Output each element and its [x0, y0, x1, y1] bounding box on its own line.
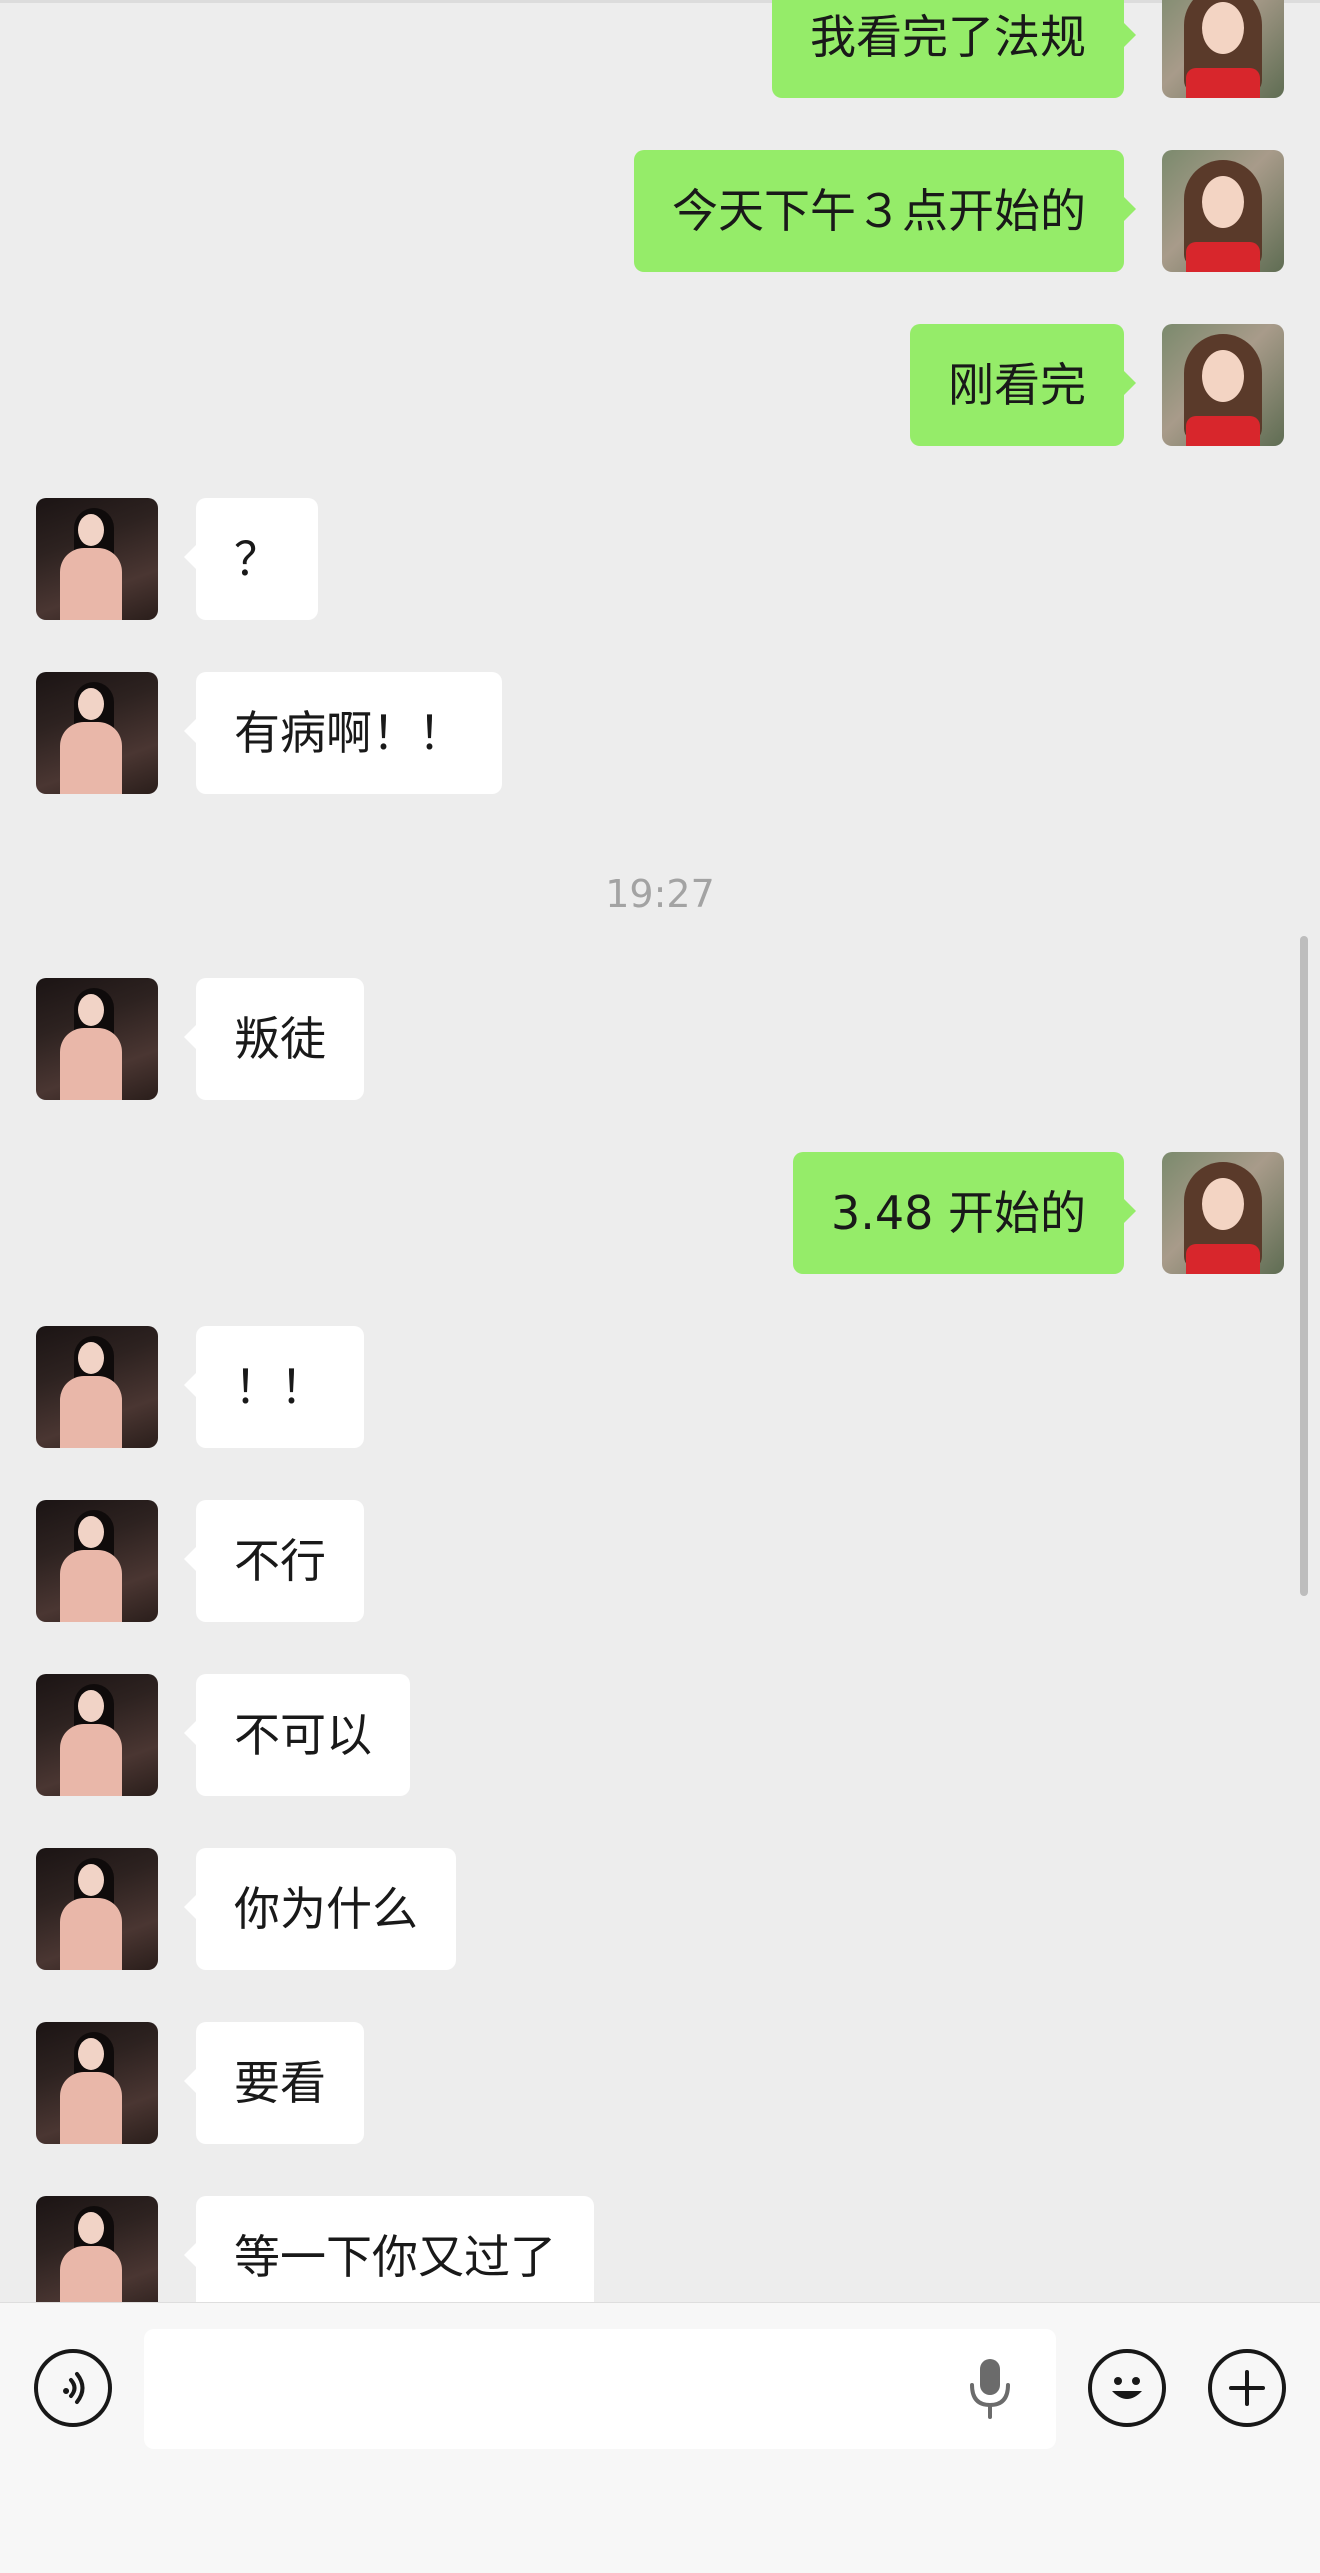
message-incoming: 有病啊！！	[0, 672, 1320, 794]
my-avatar[interactable]	[1162, 0, 1284, 98]
message-bubble[interactable]: 等一下你又过了	[184, 2196, 594, 2302]
message-incoming: 叛徒	[0, 978, 1320, 1100]
microphone-icon[interactable]	[968, 2355, 1012, 2423]
message-bubble[interactable]: 你为什么	[184, 1848, 456, 1970]
message-list[interactable]: 我看完了法规 今天下午３点开始的 刚看完 ？ 有病啊！！ 19:27 叛徒 3.…	[0, 0, 1320, 2302]
contact-avatar[interactable]	[36, 978, 158, 1100]
message-outgoing: 我看完了法规	[0, 0, 1320, 98]
voice-mode-icon	[63, 2372, 85, 2404]
message-bubble[interactable]: 刚看完	[910, 324, 1136, 446]
message-bubble[interactable]: 我看完了法规	[772, 0, 1136, 98]
message-outgoing: 刚看完	[0, 324, 1320, 446]
message-incoming: 不行	[0, 1500, 1320, 1622]
plus-button[interactable]	[1208, 2349, 1286, 2427]
message-bubble[interactable]: 有病啊！！	[184, 672, 502, 794]
message-bubble[interactable]: 要看	[184, 2022, 364, 2144]
scrollbar[interactable]	[1300, 936, 1308, 1596]
contact-avatar[interactable]	[36, 2022, 158, 2144]
message-bubble[interactable]: 今天下午３点开始的	[634, 150, 1136, 272]
emoji-smile-icon	[1112, 2377, 1142, 2399]
my-avatar[interactable]	[1162, 150, 1284, 272]
input-bar	[0, 2302, 1320, 2573]
contact-avatar[interactable]	[36, 672, 158, 794]
message-input[interactable]	[144, 2329, 1056, 2449]
message-incoming: ！！	[0, 1326, 1320, 1448]
home-indicator	[525, 2539, 795, 2549]
message-timestamp: 19:27	[605, 872, 715, 916]
my-avatar[interactable]	[1162, 324, 1284, 446]
my-avatar[interactable]	[1162, 1152, 1284, 1274]
message-incoming: 等一下你又过了	[0, 2196, 1320, 2302]
contact-avatar[interactable]	[36, 498, 158, 620]
message-bubble[interactable]: ！！	[184, 1326, 364, 1448]
message-outgoing: 今天下午３点开始的	[0, 150, 1320, 272]
message-bubble[interactable]: 不行	[184, 1500, 364, 1622]
plus-circle-icon	[1229, 2370, 1265, 2406]
message-bubble[interactable]: ？	[184, 498, 318, 620]
message-bubble[interactable]: 叛徒	[184, 978, 364, 1100]
message-outgoing: 3.48 开始的	[0, 1152, 1320, 1274]
chat-screen: 我看完了法规 今天下午３点开始的 刚看完 ？ 有病啊！！ 19:27 叛徒 3.…	[0, 0, 1320, 2573]
message-incoming: 你为什么	[0, 1848, 1320, 1970]
message-bubble[interactable]: 不可以	[184, 1674, 410, 1796]
message-bubble[interactable]: 3.48 开始的	[792, 1152, 1137, 1274]
message-incoming: ？	[0, 498, 1320, 620]
contact-avatar[interactable]	[36, 1848, 158, 1970]
message-incoming: 要看	[0, 2022, 1320, 2144]
contact-avatar[interactable]	[36, 1500, 158, 1622]
message-incoming: 不可以	[0, 1674, 1320, 1796]
emoji-button[interactable]	[1088, 2349, 1166, 2427]
voice-mode-button[interactable]	[34, 2349, 112, 2427]
contact-avatar[interactable]	[36, 2196, 158, 2302]
contact-avatar[interactable]	[36, 1674, 158, 1796]
contact-avatar[interactable]	[36, 1326, 158, 1448]
